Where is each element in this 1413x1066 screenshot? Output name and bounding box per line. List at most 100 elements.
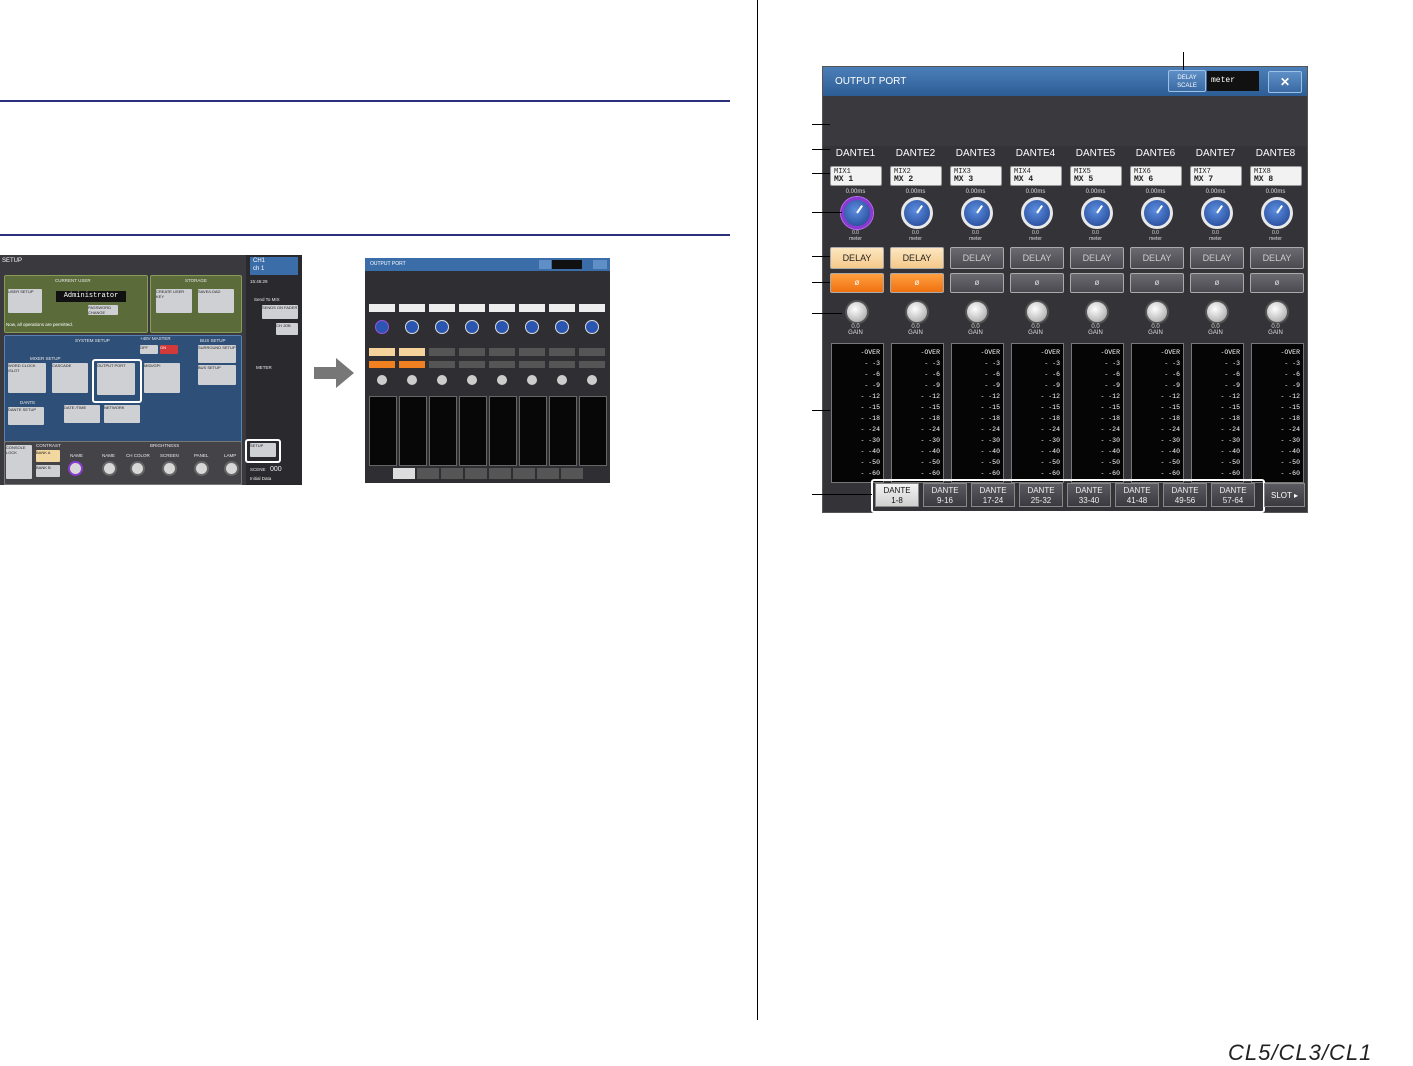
delay-button[interactable]: DELAY <box>1130 247 1184 269</box>
delay-knob[interactable] <box>1141 197 1173 229</box>
delay-button[interactable]: DELAY <box>890 247 944 269</box>
lamp-knob[interactable] <box>224 461 239 476</box>
phase-button[interactable]: ø <box>830 273 884 293</box>
delay-knob[interactable] <box>1021 197 1053 229</box>
mini-output-port: OUTPUT PORT <box>365 258 610 483</box>
gain-knob[interactable] <box>965 300 989 324</box>
delay-knob[interactable] <box>1201 197 1233 229</box>
tab-dante-bank[interactable]: DANTE 57-64 <box>1211 483 1255 507</box>
patch-button[interactable]: MIX2 MX 2 <box>890 166 942 186</box>
phase-button[interactable]: ø <box>950 273 1004 293</box>
tab-dante-bank[interactable]: DANTE 9-16 <box>923 483 967 507</box>
delay-button[interactable]: DELAY <box>830 247 884 269</box>
gain-knob[interactable] <box>1025 300 1049 324</box>
delay-button[interactable]: DELAY <box>1070 247 1124 269</box>
meter-scale-tick: - -50 <box>1040 459 1060 466</box>
patch-button[interactable]: MIX3 MX 3 <box>950 166 1002 186</box>
meter-scale-tick: - -30 <box>860 437 880 444</box>
plus48v-off-button[interactable]: OFF <box>140 345 158 354</box>
patch-button[interactable]: MIX6 MX 6 <box>1130 166 1182 186</box>
word-clock-button[interactable]: WORD CLOCK /SLOT <box>8 363 46 393</box>
gain-knob[interactable] <box>1205 300 1229 324</box>
slot-button[interactable]: SLOT ▸ <box>1264 483 1305 507</box>
bank-a-button[interactable]: BANK A <box>36 450 60 462</box>
meter-scale-tick: - -18 <box>1280 415 1300 422</box>
scene-number: 000 <box>270 466 282 473</box>
cascade-button[interactable]: CASCADE <box>52 363 88 393</box>
patch-button[interactable]: MIX8 MX 8 <box>1250 166 1302 186</box>
tab-dante-bank[interactable]: DANTE 49-56 <box>1163 483 1207 507</box>
tab-dante-bank[interactable]: DANTE 33-40 <box>1067 483 1111 507</box>
delay-button[interactable]: DELAY <box>950 247 1004 269</box>
bank-b-button[interactable]: BANK B <box>36 465 60 477</box>
tab-dante-bank[interactable]: DANTE 41-48 <box>1115 483 1159 507</box>
surround-setup-button[interactable]: SURROUND SETUP <box>198 345 236 363</box>
mini-gain-knob <box>437 375 447 385</box>
meter-scale-tick: - -24 <box>860 426 880 433</box>
phase-button[interactable]: ø <box>1250 273 1304 293</box>
delay-knob[interactable] <box>1261 197 1293 229</box>
ch-color-knob[interactable] <box>130 461 145 476</box>
mini-meter <box>399 396 427 466</box>
meter-scale-tick: - -40 <box>1100 448 1120 455</box>
phase-button[interactable]: ø <box>890 273 944 293</box>
gain-knob[interactable] <box>1265 300 1289 324</box>
sends-on-fader-button[interactable]: SENDS ON FADER <box>262 305 298 319</box>
mini-tab <box>489 468 511 479</box>
delay-button[interactable]: DELAY <box>1250 247 1304 269</box>
mini-close-button[interactable] <box>593 260 607 269</box>
ch-job-button[interactable]: CH JOB <box>276 323 298 335</box>
close-icon[interactable]: ✕ <box>1268 71 1302 93</box>
tab-dante-bank[interactable]: DANTE 25-32 <box>1019 483 1063 507</box>
delay-button[interactable]: DELAY <box>1190 247 1244 269</box>
plus48v-on-button[interactable]: ON <box>160 345 178 354</box>
midi-gpi-button[interactable]: MIDI/GPI <box>144 363 180 393</box>
delay-knob[interactable] <box>961 197 993 229</box>
patch-button[interactable]: MIX5 MX 5 <box>1070 166 1122 186</box>
delay-knob[interactable] <box>1081 197 1113 229</box>
patch-button[interactable]: MIX1 MX 1 <box>830 166 882 186</box>
gain-knob[interactable] <box>905 300 929 324</box>
channel-name: DANTE3 <box>955 148 996 159</box>
tab-dante-bank[interactable]: DANTE 1-8 <box>875 483 919 507</box>
mini-delay-scale-button[interactable] <box>539 260 551 269</box>
mini-delay-knob <box>555 320 569 334</box>
user-setup-button[interactable]: USER SETUP <box>8 289 42 313</box>
create-user-key-button[interactable]: CREATE USER KEY <box>156 289 192 313</box>
delay-knob[interactable] <box>901 197 933 229</box>
mini-phase-button <box>519 361 545 368</box>
delay-knob[interactable] <box>841 197 873 229</box>
contrast-name-knob[interactable] <box>68 461 83 476</box>
tab-bottom: 9-16 <box>936 496 953 505</box>
phase-button[interactable]: ø <box>1190 273 1244 293</box>
delay-unit: meter <box>969 236 982 242</box>
phase-button[interactable]: ø <box>1130 273 1184 293</box>
password-change-button[interactable]: PASSWORD CHANGE <box>88 305 118 315</box>
delay-button[interactable]: DELAY <box>1010 247 1064 269</box>
save-load-button[interactable]: SAVE/LOAD <box>198 289 234 313</box>
patch-button[interactable]: MIX7 MX 7 <box>1190 166 1242 186</box>
meter-scale-tick: - -60 <box>980 470 1000 477</box>
network-button[interactable]: NETWORK <box>104 405 140 423</box>
date-time-button[interactable]: DATE /TIME <box>64 405 100 423</box>
meter-scale-tick: - -12 <box>860 393 880 400</box>
gain-knob[interactable] <box>1145 300 1169 324</box>
brightness-name-knob[interactable] <box>102 461 117 476</box>
gain-label: GAIN <box>1208 330 1223 336</box>
dante-setup-button[interactable]: DANTE SETUP <box>8 407 44 425</box>
phase-button[interactable]: ø <box>1070 273 1124 293</box>
gain-knob[interactable] <box>845 300 869 324</box>
phase-button[interactable]: ø <box>1010 273 1064 293</box>
delay-scale-button[interactable]: DELAY SCALE <box>1168 70 1206 92</box>
patch-button[interactable]: MIX4 MX 4 <box>1010 166 1062 186</box>
bus-setup-button[interactable]: BUS SETUP <box>198 365 236 385</box>
gain-knob[interactable] <box>1085 300 1109 324</box>
console-lock-button[interactable]: CONSOLE LOCK <box>6 445 32 479</box>
mini-delay-button <box>399 348 425 356</box>
mini-phase-button <box>489 361 515 368</box>
screen-knob[interactable] <box>162 461 177 476</box>
tab-dante-bank[interactable]: DANTE 17-24 <box>971 483 1015 507</box>
footer-brand: CL5/CL3/CL1 <box>1228 1040 1373 1065</box>
meter-scale-tick: - -15 <box>1040 404 1060 411</box>
panel-knob[interactable] <box>194 461 209 476</box>
